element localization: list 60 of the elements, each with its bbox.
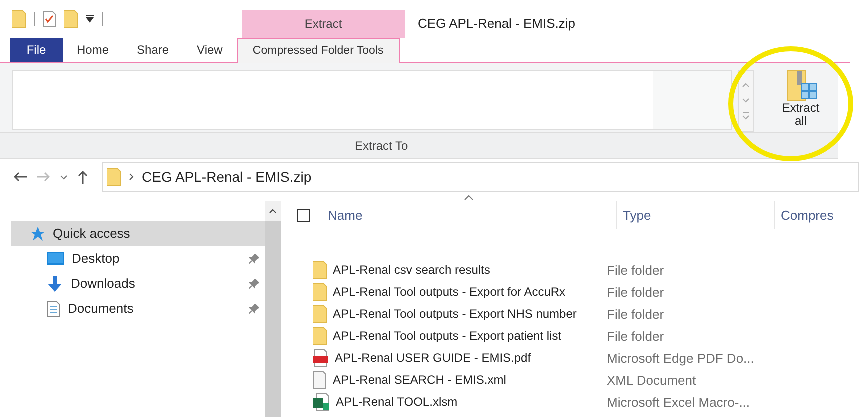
file-name[interactable]: APL-Renal Tool outputs - Export NHS number [297,305,603,323]
back-arrow-icon[interactable] [14,172,27,182]
file-name[interactable]: APL-Renal SEARCH - EMIS.xml [297,371,603,389]
download-arrow-icon [47,276,63,292]
desktop-icon [47,252,64,266]
file-type: File folder [606,262,664,278]
pdf-file-icon [313,349,329,367]
document-icon [47,300,60,316]
chevron-right-icon [129,173,134,181]
properties-icon[interactable] [43,11,56,27]
file-name[interactable]: APL-Renal Tool outputs - Export for AccuRx [297,283,603,301]
file-name[interactable]: APL-Renal Tool outputs - Export patient list [297,327,603,345]
ribbon-tab[interactable]: Share [123,38,184,62]
file-name[interactable]: APL-Renal csv search results [297,261,603,279]
contextual-tab-header: Extract [242,10,405,38]
folder-icon [313,261,327,279]
pin-icon[interactable] [249,278,259,288]
nav-item[interactable]: Quick access [11,221,265,246]
gallery-scrollbar[interactable] [738,70,754,132]
file-icon [313,371,327,389]
group-label: Extract To [355,138,408,152]
chevron-down-icon[interactable] [60,174,68,180]
window-title: CEG APL-Renal - EMIS.zip [418,16,576,31]
chevron-up-icon[interactable] [269,208,277,214]
pin-icon[interactable] [249,304,259,314]
pin-icon[interactable] [249,254,259,264]
ribbon-tab[interactable]: Compressed Folder Tools [236,38,400,63]
ribbon-tab[interactable]: View [183,38,237,62]
scrollbar[interactable] [265,201,281,417]
scroll-arrows-icon[interactable] [742,81,750,121]
nav-item[interactable]: Downloads [11,271,265,296]
star-icon [31,226,45,240]
file-type: Microsoft Excel Macro-... [606,394,750,410]
address-path: CEG APL-Renal - EMIS.zip [142,169,312,185]
address-bar[interactable]: CEG APL-Renal - EMIS.zip [102,162,859,192]
column-header[interactable]: Compres [774,201,840,229]
column-header[interactable]: Name [322,201,616,229]
folder-icon [107,168,121,186]
spreadsheet-file-icon [313,393,330,411]
new-folder-icon [64,10,78,28]
folder-icon [12,10,26,28]
file-name[interactable]: APL-Renal USER GUIDE - EMIS.pdf [297,349,603,367]
up-arrow-icon[interactable] [78,170,88,184]
file-type: File folder [606,284,664,300]
folder-icon [313,305,327,323]
ribbon-tab[interactable]: Home [63,38,124,62]
folder-icon [313,327,327,345]
folder-icon [313,283,327,301]
file-type: XML Document [606,372,696,388]
nav-item[interactable]: Desktop [11,246,265,271]
select-all-checkbox[interactable] [297,208,310,222]
sort-caret-icon [464,195,474,201]
file-type: Microsoft Edge PDF Do... [606,350,754,366]
dropdown-icon[interactable] [86,15,94,23]
file-name[interactable]: APL-Renal TOOL.xlsm [297,393,603,411]
column-header[interactable]: Type [616,201,774,229]
file-type: File folder [606,328,664,344]
file-type: File folder [606,306,664,322]
nav-item[interactable]: Documents [11,296,265,321]
ribbon-tab[interactable]: File [10,38,63,62]
